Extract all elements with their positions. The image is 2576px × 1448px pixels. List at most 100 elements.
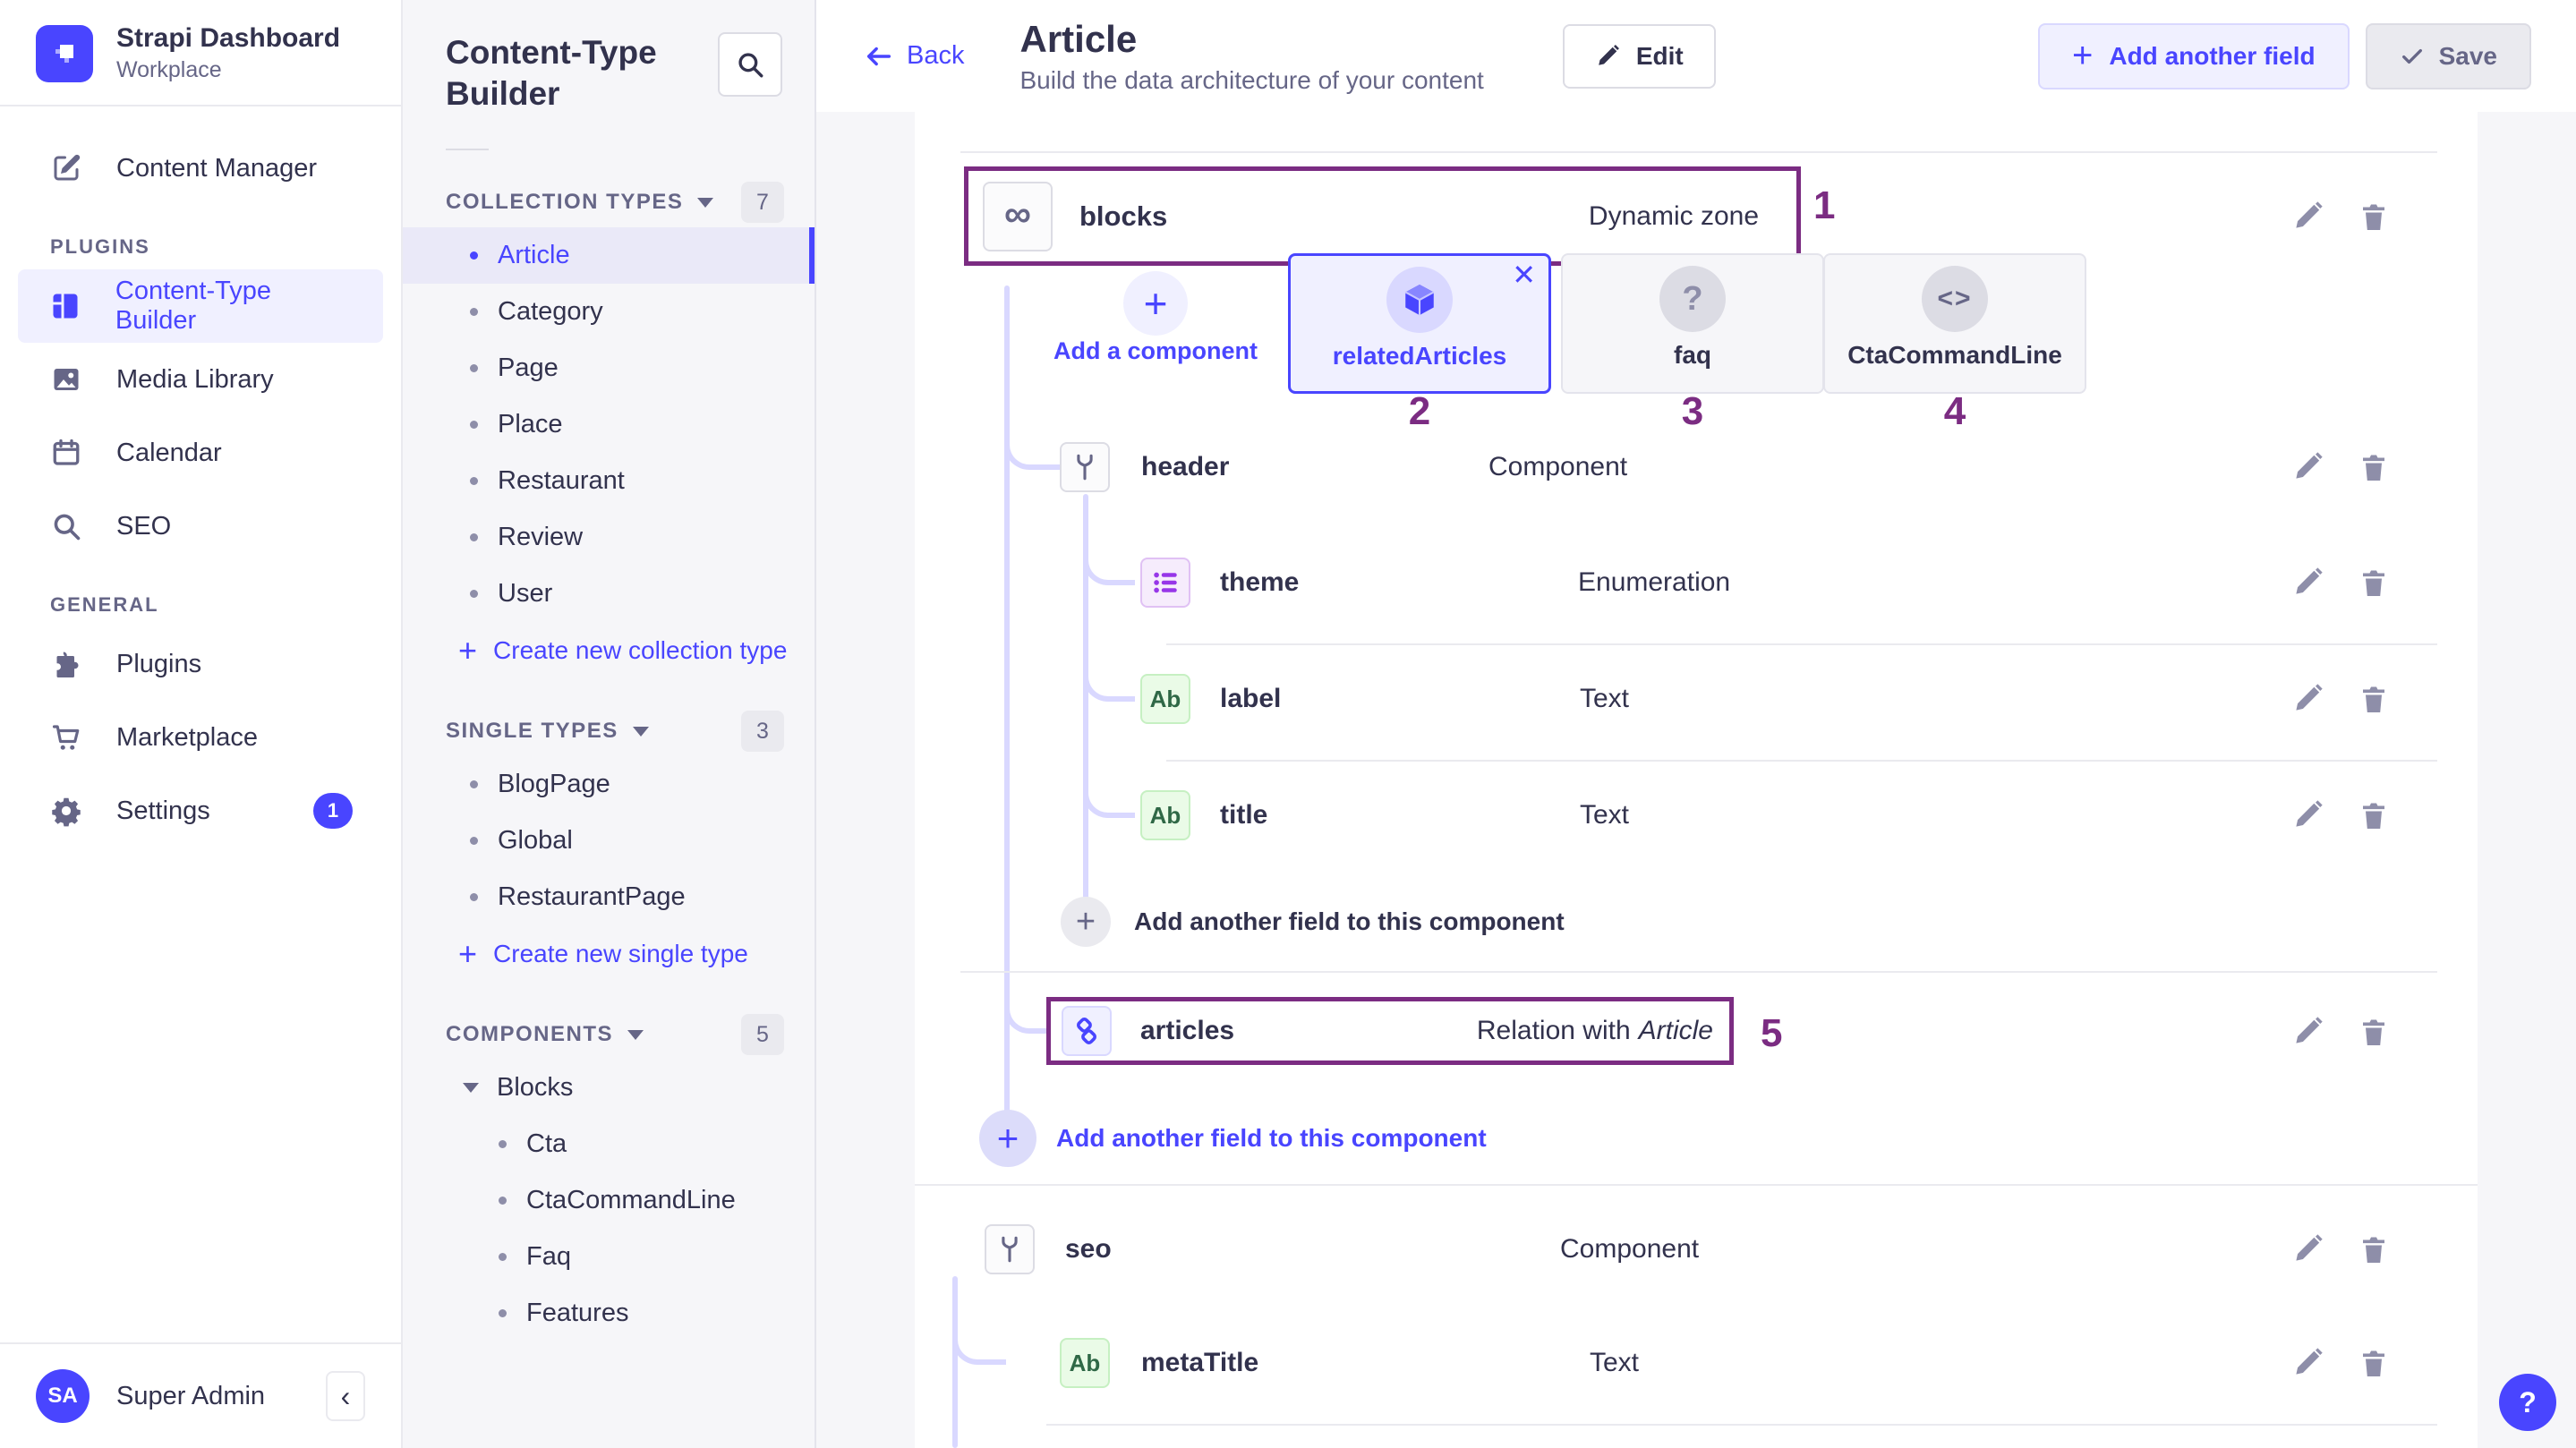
delete-field-button[interactable] <box>2358 451 2390 483</box>
close-icon[interactable]: ✕ <box>1512 258 1536 292</box>
sidebar-item-settings[interactable]: Settings 1 <box>18 774 383 848</box>
divider <box>446 149 489 150</box>
main-header: Back Article Build the data architecture… <box>816 0 2576 112</box>
edit-field-button[interactable] <box>2291 200 2324 233</box>
delete-field-button[interactable] <box>2358 1016 2390 1048</box>
bullet-icon <box>470 893 478 901</box>
add-component-button[interactable]: + <box>1123 271 1188 336</box>
tree-elbow <box>1083 744 1135 818</box>
plus-icon: + <box>458 632 477 669</box>
sidebar-item-media-library[interactable]: Media Library <box>18 343 383 416</box>
bullet-icon <box>470 364 478 372</box>
field-name: seo <box>1065 1234 1112 1265</box>
tree-elbow <box>1083 627 1135 702</box>
component-card-ctacommandline[interactable]: <> CtaCommandLine <box>1823 253 2086 394</box>
list-item-label: Global <box>498 826 573 856</box>
add-field-to-component-button[interactable]: + Add another field to this component <box>1061 897 1565 947</box>
add-another-field-button[interactable]: + Add another field <box>2038 23 2350 89</box>
search-button[interactable] <box>718 32 782 97</box>
components-group-blocks[interactable]: Blocks <box>403 1060 815 1116</box>
list-item-blogpage[interactable]: BlogPage <box>403 756 815 813</box>
edit-field-button[interactable] <box>2291 683 2324 715</box>
component-field-icon <box>985 1224 1035 1274</box>
list-item-restaurantpage[interactable]: RestaurantPage <box>403 869 815 925</box>
field-type-prefix: Relation with <box>1477 1016 1631 1045</box>
save-label: Save <box>2439 42 2497 71</box>
collection-types-list: Article Category Page Place Restaurant R… <box>403 227 815 622</box>
list-item-category[interactable]: Category <box>403 284 815 340</box>
component-name: relatedArticles <box>1333 342 1507 371</box>
section-label: SINGLE TYPES <box>446 719 618 744</box>
list-item-article[interactable]: Article <box>403 227 815 284</box>
delete-field-button[interactable] <box>2358 566 2390 599</box>
text-field-icon: Ab <box>1140 674 1190 724</box>
avatar[interactable]: SA <box>36 1369 90 1423</box>
sidebar-item-label: Settings <box>116 796 210 826</box>
single-types-header[interactable]: SINGLE TYPES 3 <box>403 706 815 756</box>
delete-field-button[interactable] <box>2358 683 2390 715</box>
field-name: metaTitle <box>1141 1348 1258 1378</box>
list-item-restaurant[interactable]: Restaurant <box>403 453 815 509</box>
list-item-cta[interactable]: Cta <box>403 1116 815 1172</box>
list-item-label: Place <box>498 410 563 439</box>
list-item-faq[interactable]: Faq <box>403 1229 815 1285</box>
collection-types-header[interactable]: COLLECTION TYPES 7 <box>403 177 815 227</box>
edit-field-button[interactable] <box>2291 1233 2324 1265</box>
list-item-label: BlogPage <box>498 770 610 799</box>
annotation-5: 5 <box>1761 1011 1782 1056</box>
sidebar-item-marketplace[interactable]: Marketplace <box>18 701 383 774</box>
add-component-label[interactable]: Add a component <box>1039 337 1272 365</box>
edit-button[interactable]: Edit <box>1563 24 1716 89</box>
list-item-place[interactable]: Place <box>403 396 815 453</box>
back-button[interactable]: Back <box>864 41 964 72</box>
tree-elbow <box>1083 511 1135 585</box>
list-item-label: User <box>498 579 552 609</box>
delete-field-button[interactable] <box>2358 1347 2390 1379</box>
edit-field-button[interactable] <box>2291 1347 2324 1379</box>
row-actions <box>2291 683 2390 715</box>
sidebar-item-label: Plugins <box>116 650 201 679</box>
sidebar-item-content-manager[interactable]: Content Manager <box>18 132 383 205</box>
row-actions <box>2291 451 2390 483</box>
sidebar-item-plugins[interactable]: Plugins <box>18 627 383 701</box>
list-item-user[interactable]: User <box>403 566 815 622</box>
edit-field-button[interactable] <box>2291 451 2324 483</box>
page-subtitle: Build the data architecture of your cont… <box>1019 66 1483 95</box>
add-field-to-component-button-primary[interactable]: + Add another field to this component <box>979 1110 1487 1167</box>
user-name: Super Admin <box>116 1382 265 1411</box>
collapse-sidebar-button[interactable]: ‹ <box>326 1371 365 1421</box>
component-card-faq[interactable]: ? faq <box>1561 253 1824 394</box>
list-item-label: CtaCommandLine <box>526 1186 736 1215</box>
arrow-left-icon <box>864 41 894 72</box>
tree-elbow <box>1004 395 1060 470</box>
annotation-3: 3 <box>1561 389 1824 434</box>
pencil-icon <box>1595 44 1620 69</box>
field-row-blocks[interactable]: ∞ blocks Dynamic zone <box>964 166 1801 266</box>
sidebar-item-seo[interactable]: SEO <box>18 490 383 563</box>
list-item-global[interactable]: Global <box>403 813 815 869</box>
sidebar-section-general: GENERAL <box>50 593 401 617</box>
list-item-features[interactable]: Features <box>403 1285 815 1342</box>
sidebar-item-calendar[interactable]: Calendar <box>18 416 383 490</box>
component-card-relatedarticles[interactable]: ✕ relatedArticles <box>1288 253 1551 394</box>
edit-field-button[interactable] <box>2291 566 2324 599</box>
panel-title: Content-Type Builder <box>446 32 696 115</box>
list-item-review[interactable]: Review <box>403 509 815 566</box>
sidebar-item-content-type-builder[interactable]: Content-Type Builder <box>18 269 383 343</box>
field-row-articles[interactable]: articles Relation withArticle <box>1046 997 1734 1065</box>
edit-field-button[interactable] <box>2291 799 2324 831</box>
components-header[interactable]: COMPONENTS 5 <box>403 1009 815 1060</box>
delete-field-button[interactable] <box>2358 1233 2390 1265</box>
delete-field-button[interactable] <box>2358 799 2390 831</box>
list-item-page[interactable]: Page <box>403 340 815 396</box>
create-single-type-link[interactable]: + Create new single type <box>403 925 815 983</box>
list-item-ctacommandline[interactable]: CtaCommandLine <box>403 1172 815 1229</box>
create-collection-type-link[interactable]: + Create new collection type <box>403 622 815 679</box>
workspace-brand[interactable]: Strapi Dashboard Workplace <box>0 0 401 105</box>
edit-field-button[interactable] <box>2291 1016 2324 1048</box>
field-name: label <box>1220 684 1281 714</box>
delete-field-button[interactable] <box>2358 200 2390 233</box>
list-item-label: Restaurant <box>498 466 625 496</box>
help-button[interactable]: ? <box>2499 1374 2556 1431</box>
save-button[interactable]: Save <box>2366 23 2531 89</box>
